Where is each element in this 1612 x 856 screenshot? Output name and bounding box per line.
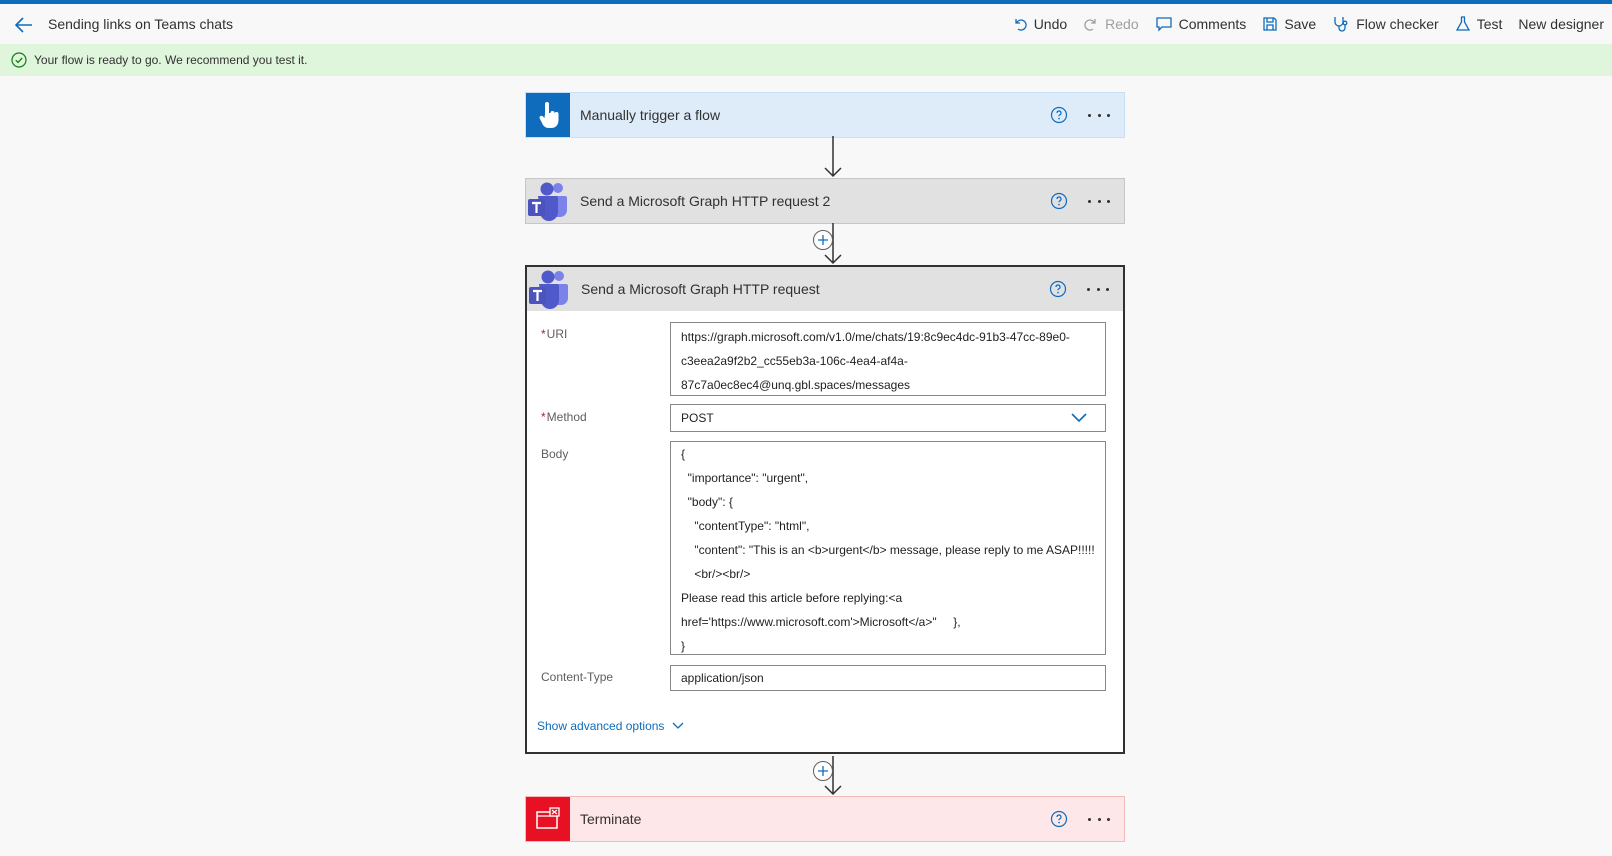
banner-message: Your flow is ready to go. We recommend y… xyxy=(34,53,308,67)
success-banner: Your flow is ready to go. We recommend y… xyxy=(0,44,1612,76)
save-button[interactable]: Save xyxy=(1262,16,1316,32)
undo-button[interactable]: Undo xyxy=(1012,16,1067,32)
help-icon[interactable] xyxy=(1050,810,1068,828)
step-graph-request[interactable]: Send a Microsoft Graph HTTP request *URI… xyxy=(525,265,1125,754)
hand-pointer-icon xyxy=(539,102,559,128)
flask-icon xyxy=(1455,16,1470,31)
insert-step-plus-icon[interactable] xyxy=(813,230,833,250)
uri-line: c3eea2a9f2b2_cc55eb3a-106c-4ea4-af4a- xyxy=(681,354,908,368)
body-line: "importance": "urgent", xyxy=(681,471,809,485)
more-options-icon[interactable] xyxy=(1084,809,1114,829)
teams-icon xyxy=(528,182,567,221)
command-bar: Sending links on Teams chats Undo Redo C… xyxy=(0,4,1612,44)
method-select[interactable]: POST xyxy=(670,404,1106,432)
required-asterisk: * xyxy=(541,410,546,424)
stethoscope-icon xyxy=(1334,17,1348,32)
insert-step-plus-icon[interactable] xyxy=(813,761,833,781)
comments-label: Comments xyxy=(1178,16,1247,32)
flow-title: Sending links on Teams chats xyxy=(48,16,233,32)
body-line: { xyxy=(681,447,686,461)
command-list: Undo Redo Comments Save Flow checker Tes… xyxy=(996,4,1604,44)
more-options-icon[interactable] xyxy=(1083,279,1113,299)
body-line: "content": "This is an <b>urgent</b> mes… xyxy=(681,543,1095,557)
check-circle-icon xyxy=(11,52,27,68)
more-options-icon[interactable] xyxy=(1084,191,1114,211)
body-line: "contentType": "html", xyxy=(681,519,810,533)
more-options-icon[interactable] xyxy=(1084,105,1114,125)
body-field[interactable]: { "importance": "urgent", "body": { "con… xyxy=(670,441,1106,655)
content-type-value: application/json xyxy=(681,671,764,685)
comments-button[interactable]: Comments xyxy=(1155,16,1247,32)
help-icon[interactable] xyxy=(1049,280,1067,298)
chevron-down-icon xyxy=(1071,413,1087,423)
redo-icon xyxy=(1084,19,1096,31)
uri-field[interactable]: https://graph.microsoft.com/v1.0/me/chat… xyxy=(670,322,1106,396)
body-line: Please read this article before replying… xyxy=(681,591,903,605)
body-line: href='https://www.microsoft.com'>Microso… xyxy=(681,615,961,629)
body-line: <br/><br/> xyxy=(681,567,751,581)
trigger-tile xyxy=(526,93,570,137)
step-graph-request-title: Send a Microsoft Graph HTTP request xyxy=(581,281,820,297)
terminate-icon xyxy=(536,807,560,829)
step-trigger-title: Manually trigger a flow xyxy=(580,107,721,123)
content-type-label: Content-Type xyxy=(541,670,614,684)
new-designer-toggle[interactable]: New designer xyxy=(1518,16,1604,32)
step-graph-request-2-title: Send a Microsoft Graph HTTP request 2 xyxy=(580,193,831,209)
new-designer-label: New designer xyxy=(1518,16,1604,32)
flow-checker-label: Flow checker xyxy=(1356,16,1439,32)
test-label: Test xyxy=(1476,16,1503,32)
undo-icon xyxy=(1015,19,1027,31)
body-label: Body xyxy=(541,447,569,461)
help-icon[interactable] xyxy=(1050,192,1068,210)
help-icon[interactable] xyxy=(1050,106,1068,124)
save-label: Save xyxy=(1284,16,1317,32)
step-terminate-title: Terminate xyxy=(580,811,642,827)
teams-icon xyxy=(529,270,568,309)
uri-line: https://graph.microsoft.com/v1.0/me/chat… xyxy=(681,330,1070,344)
show-advanced-options-link[interactable]: Show advanced options xyxy=(537,719,684,733)
chevron-down-icon xyxy=(672,722,684,729)
teams-tile xyxy=(526,179,570,223)
undo-label: Undo xyxy=(1033,16,1068,32)
step-trigger[interactable]: Manually trigger a flow xyxy=(525,92,1125,138)
method-value: POST xyxy=(681,411,714,425)
required-asterisk: * xyxy=(541,327,546,341)
content-type-field[interactable]: application/json xyxy=(670,665,1106,691)
step-graph-request-2[interactable]: Send a Microsoft Graph HTTP request 2 xyxy=(525,178,1125,224)
teams-tile xyxy=(527,267,571,311)
save-icon xyxy=(1263,17,1277,31)
body-line: } xyxy=(681,639,686,653)
show-advanced-options-label: Show advanced options xyxy=(537,719,665,733)
uri-line: 87c7a0ec8ec4@unq.gbl.spaces/messages xyxy=(681,378,910,392)
redo-button[interactable]: Redo xyxy=(1083,16,1139,32)
redo-label: Redo xyxy=(1105,16,1139,32)
flow-checker-button[interactable]: Flow checker xyxy=(1332,15,1439,33)
method-label: *Method xyxy=(541,410,587,424)
step-terminate[interactable]: Terminate xyxy=(525,796,1125,842)
terminate-tile xyxy=(526,797,570,841)
body-line: "body": { xyxy=(681,495,733,509)
back-arrow-icon[interactable] xyxy=(12,13,36,37)
test-button[interactable]: Test xyxy=(1455,16,1503,32)
comment-icon xyxy=(1155,17,1172,32)
uri-label: *URI xyxy=(541,327,568,341)
arrow-connector xyxy=(824,136,842,178)
